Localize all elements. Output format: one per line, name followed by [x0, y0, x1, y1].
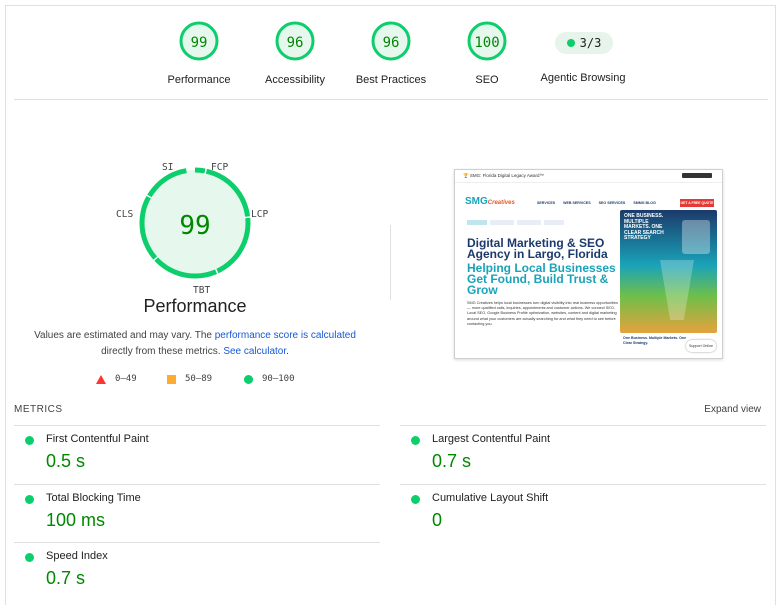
logo-text: SMG: [465, 196, 488, 207]
nav-item: SERVICES: [537, 201, 556, 205]
site-logo: SMGCreatives: [465, 196, 515, 207]
gauge-label: Best Practices: [355, 74, 427, 86]
legend-pass: 90–100: [244, 374, 295, 384]
metric-value: 0: [432, 510, 443, 530]
metric-label-fcp: FCP: [211, 162, 229, 173]
pass-dot-icon: [25, 495, 34, 504]
metrics-heading: METRICS: [14, 404, 63, 415]
header-divider: [14, 99, 768, 100]
pass-dot-icon: [411, 436, 420, 445]
site-subheading: Helping Local Businesses Get Found, Buil…: [467, 261, 616, 297]
metric-cumulative-layout-shift: Cumulative Layout Shift 0: [400, 484, 766, 530]
pass-dot-icon: [25, 436, 34, 445]
metric-speed-index: Speed Index 0.7 s: [14, 542, 380, 588]
metric-title: Largest Contentful Paint: [432, 433, 551, 445]
gauge-best-practices[interactable]: 96 Best Practices: [343, 20, 439, 86]
legend-average: 50–89: [167, 374, 212, 384]
metric-title: Total Blocking Time: [46, 492, 141, 504]
gauge-performance[interactable]: 99 Performance: [151, 20, 247, 86]
metric-label-lcp: LCP: [251, 209, 269, 220]
note-text: .: [286, 346, 289, 357]
gauge-label: SEO: [475, 74, 499, 86]
expand-view-toggle[interactable]: Expand view: [704, 404, 761, 415]
final-screenshot[interactable]: 🏆 SMG: Florida Digital Legacy Award™ SMG…: [454, 169, 723, 359]
pass-dot-icon: [411, 495, 420, 504]
site-top-bar: 🏆 SMG: Florida Digital Legacy Award™: [455, 170, 722, 183]
agentic-value: 3/3: [579, 36, 602, 50]
circle-icon: [244, 374, 253, 384]
gauge-score: 96: [382, 35, 400, 51]
site-caption: One Business. Multiple Markets. One Clea…: [623, 336, 687, 345]
metric-title: First Contentful Paint: [46, 433, 149, 445]
performance-title: Performance: [143, 296, 247, 316]
gauge-label: Accessibility: [265, 74, 325, 86]
metric-value: 0.5 s: [46, 451, 86, 471]
metric-first-contentful-paint: First Contentful Paint 0.5 s: [14, 425, 380, 471]
site-hero-graphic: ONE BUSINESS. MULTIPLE MARKETS. ONE CLEA…: [620, 210, 717, 333]
metric-label-tbt: TBT: [193, 285, 211, 296]
site-nav: SERVICES WEB SERVICES SEO SERVICES SMMG …: [537, 201, 656, 205]
pass-dot-icon: [566, 39, 575, 47]
site-heading: Digital Marketing & SEO Agency in Largo,…: [467, 236, 608, 261]
gauge-score: 99: [190, 35, 208, 51]
site-tabs: [467, 220, 564, 225]
nav-item: SMMG BLOG: [633, 201, 656, 205]
gauge-score: 100: [474, 35, 500, 51]
support-widget: Support Online: [686, 340, 716, 352]
metric-title: Cumulative Layout Shift: [432, 492, 549, 504]
legend-label: 90–100: [262, 374, 295, 384]
performance-gauge: 99: [110, 155, 280, 305]
agentic-browsing-badge[interactable]: 3/3: [555, 32, 613, 54]
note-text: Values are estimated and may vary. The: [34, 330, 215, 341]
triangle-icon: [96, 374, 106, 384]
legend-fail: 0–49: [96, 374, 137, 384]
top-bar-text: 🏆 SMG: Florida Digital Legacy Award™: [463, 173, 545, 178]
vertical-divider: [390, 225, 391, 300]
see-calculator-link[interactable]: See calculator: [223, 346, 286, 357]
metric-total-blocking-time: Total Blocking Time 100 ms: [14, 484, 380, 530]
estimate-note: Values are estimated and may vary. The p…: [25, 328, 365, 360]
metric-label-cls: CLS: [116, 209, 134, 220]
metric-label-si: SI: [162, 162, 174, 173]
category-gauges: 99 Performance 96 Accessibility 96 Best …: [0, 0, 779, 100]
hero-graphic-title: ONE BUSINESS. MULTIPLE MARKETS. ONE CLEA…: [624, 213, 664, 241]
site-body-text: SMG Creatives helps local businesses tur…: [467, 301, 618, 326]
metric-value: 0.7 s: [432, 451, 472, 471]
support-text: Support Online: [689, 344, 713, 348]
legend-label: 0–49: [115, 374, 137, 384]
site-cta: GET A FREE QUOTE: [680, 199, 714, 207]
score-calculated-link[interactable]: performance score is calculated: [215, 330, 356, 341]
agentic-browsing-label: Agentic Browsing: [540, 72, 626, 84]
gauge-accessibility[interactable]: 96 Accessibility: [247, 20, 343, 86]
pass-dot-icon: [25, 553, 34, 562]
legend-label: 50–89: [185, 374, 213, 384]
social-icons: [682, 173, 712, 178]
metric-value: 0.7 s: [46, 568, 86, 588]
metric-largest-contentful-paint: Largest Contentful Paint 0.7 s: [400, 425, 766, 471]
gauge-seo[interactable]: 100 SEO: [439, 20, 535, 86]
logo-script: Creatives: [487, 200, 515, 206]
note-text: directly from these metrics.: [101, 346, 224, 357]
metric-value: 100 ms: [46, 510, 106, 530]
nav-item: SEO SERVICES: [598, 201, 626, 205]
gauge-label: Performance: [167, 74, 231, 86]
metric-title: Speed Index: [46, 550, 108, 562]
gauge-score: 96: [286, 35, 304, 51]
nav-item: WEB SERVICES: [563, 201, 591, 205]
square-icon: [167, 374, 176, 384]
